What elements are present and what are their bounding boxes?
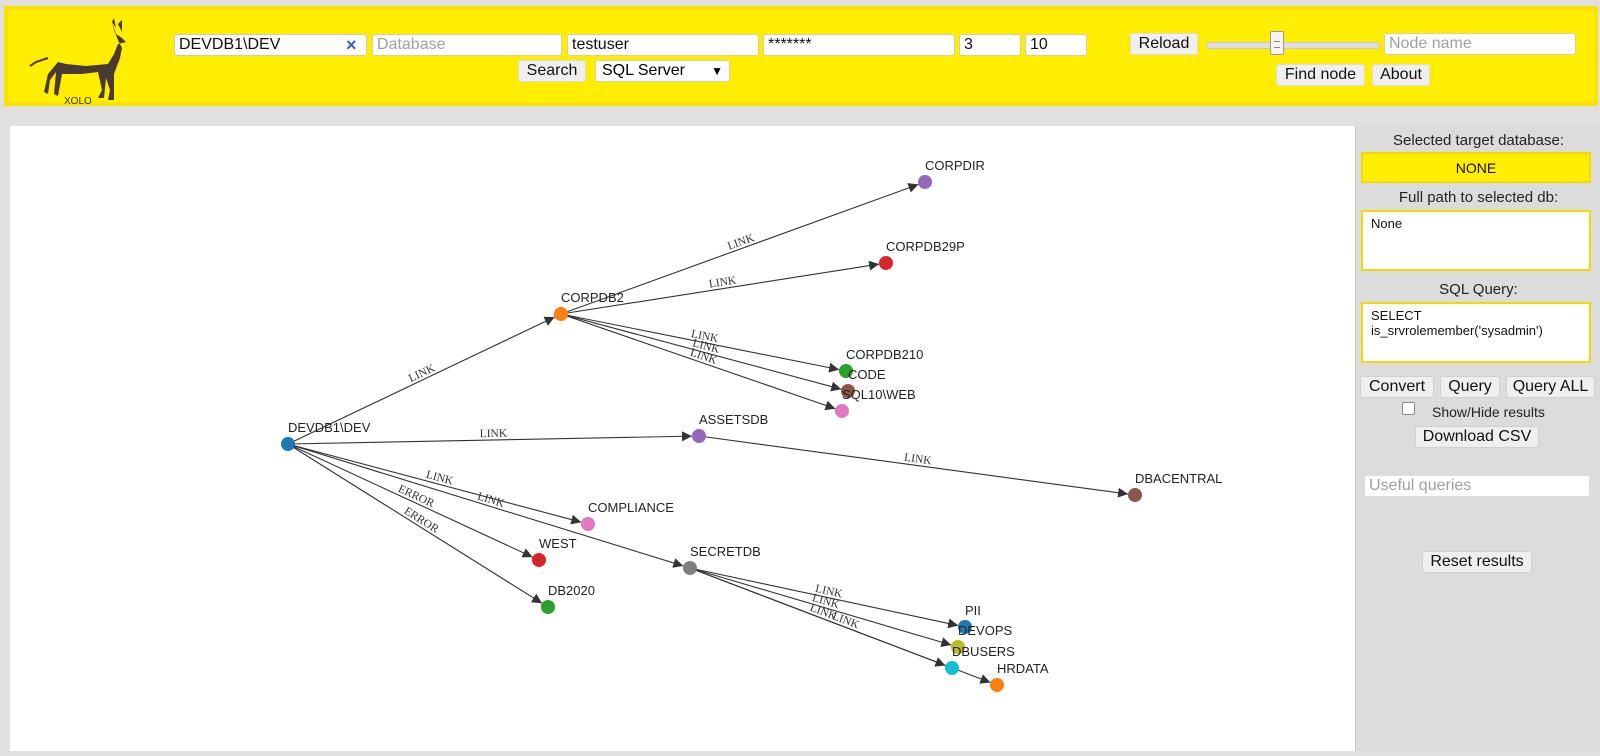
graph-edge <box>287 443 582 525</box>
node-label: SECRETDB <box>690 544 761 559</box>
graph-node-devdb1[interactable] <box>281 437 295 451</box>
node-name-input[interactable] <box>1384 33 1576 55</box>
database-input[interactable] <box>372 34 562 56</box>
node-label: HRDATA <box>997 661 1049 676</box>
convert-button[interactable]: Convert <box>1360 376 1434 398</box>
zoom-slider-thumb[interactable] <box>1270 31 1284 55</box>
edge-label: LINK <box>708 274 738 290</box>
link-graph[interactable]: LINKLINKLINKLINKLINKLINKLINKLINKLINKLINK… <box>10 126 1355 751</box>
node-label: SQL10\WEB <box>842 387 916 402</box>
node-label: COMPLIANCE <box>588 500 674 515</box>
edge-label: LINK <box>726 232 757 253</box>
query-all-button[interactable]: Query ALL <box>1506 376 1595 398</box>
graph-node-corpdb2[interactable] <box>554 307 568 321</box>
node-label: DBUSERS <box>952 644 1015 659</box>
target-db-label: Selected target database: <box>1393 132 1564 149</box>
edge-label: ERROR <box>402 505 441 536</box>
node-label: CORPDB29P <box>886 239 965 254</box>
show-hide-label: Show/Hide results <box>1432 404 1545 420</box>
graph-canvas[interactable]: LINK LINK LINK LINK LINK LINK LINK LINK LINK LINK… <box>10 126 1355 751</box>
edge-label: LINK <box>407 362 438 385</box>
sql-query-textarea[interactable]: SELECT is_srvrolemember('sysadmin') <box>1361 302 1591 363</box>
node-label: CORPDB210 <box>846 347 923 362</box>
depth-input[interactable] <box>959 34 1021 56</box>
sql-query-label: SQL Query: <box>1439 281 1518 298</box>
find-node-button[interactable]: Find node <box>1276 64 1365 86</box>
db-type-value: SQL Server <box>602 62 685 79</box>
xolo-dog-logo-icon: XOLO <box>29 18 126 106</box>
edge-label: LINK <box>831 610 862 631</box>
graph-node-west[interactable] <box>532 553 546 567</box>
reset-results-button[interactable]: Reset results <box>1422 551 1532 573</box>
fullpath-label: Full path to selected db: <box>1398 189 1559 206</box>
node-label: CORPDB2 <box>561 290 624 305</box>
node-label: PII <box>965 603 981 618</box>
node-label: DBACENTRAL <box>1135 471 1222 486</box>
clear-icon[interactable]: × <box>346 36 362 54</box>
graph-node-corpdir[interactable] <box>918 175 932 189</box>
graph-node-dbacentral[interactable] <box>1128 488 1142 502</box>
node-label: ASSETSDB <box>699 412 768 427</box>
show-hide-checkbox[interactable] <box>1402 402 1415 415</box>
username-input[interactable] <box>567 34 759 56</box>
node-label: DEVDB1\DEV <box>288 420 371 435</box>
edge-label: LINK <box>476 490 506 510</box>
top-toolbar: XOLO <box>4 6 1598 106</box>
node-label: CORPDIR <box>925 158 985 173</box>
chevron-down-icon: ▼ <box>711 64 723 78</box>
graph-node-secretdb[interactable] <box>683 561 697 575</box>
edge-label: LINK <box>480 428 508 441</box>
graph-edge <box>698 435 1129 498</box>
query-button[interactable]: Query <box>1440 376 1500 398</box>
graph-node-corpdb29p[interactable] <box>879 256 893 270</box>
graph-node-db2020[interactable] <box>541 600 555 614</box>
download-csv-button[interactable]: Download CSV <box>1415 426 1539 448</box>
db-type-select[interactable]: SQL Server ▼ <box>595 60 730 82</box>
edge-label: LINK <box>903 452 933 468</box>
about-button[interactable]: About <box>1372 64 1430 86</box>
graph-node-sql10web[interactable] <box>835 404 849 418</box>
graph-node-hrdata[interactable] <box>990 678 1004 692</box>
graph-node-assetsdb[interactable] <box>692 429 706 443</box>
zoom-slider-track[interactable] <box>1206 42 1380 49</box>
server-input[interactable] <box>174 34 367 56</box>
side-panel: Selected target database: NONE Full path… <box>1355 126 1600 751</box>
node-label: WEST <box>539 536 577 551</box>
node-label: DEVOPS <box>958 623 1013 638</box>
node-label: CODE <box>848 367 886 382</box>
reload-button[interactable]: Reload <box>1130 33 1198 55</box>
edge-label: ERROR <box>396 483 436 510</box>
target-db-value: NONE <box>1361 152 1591 183</box>
fullpath-textarea[interactable]: None <box>1361 210 1591 271</box>
useful-queries-input[interactable] <box>1364 475 1590 497</box>
logo-text: XOLO <box>64 96 92 106</box>
limit-input[interactable] <box>1025 34 1087 56</box>
password-input[interactable] <box>763 34 955 56</box>
graph-node-compliance[interactable] <box>581 517 595 531</box>
search-button[interactable]: Search <box>518 60 586 82</box>
graph-node-dbusers[interactable] <box>945 661 959 675</box>
node-label: DB2020 <box>548 583 595 598</box>
